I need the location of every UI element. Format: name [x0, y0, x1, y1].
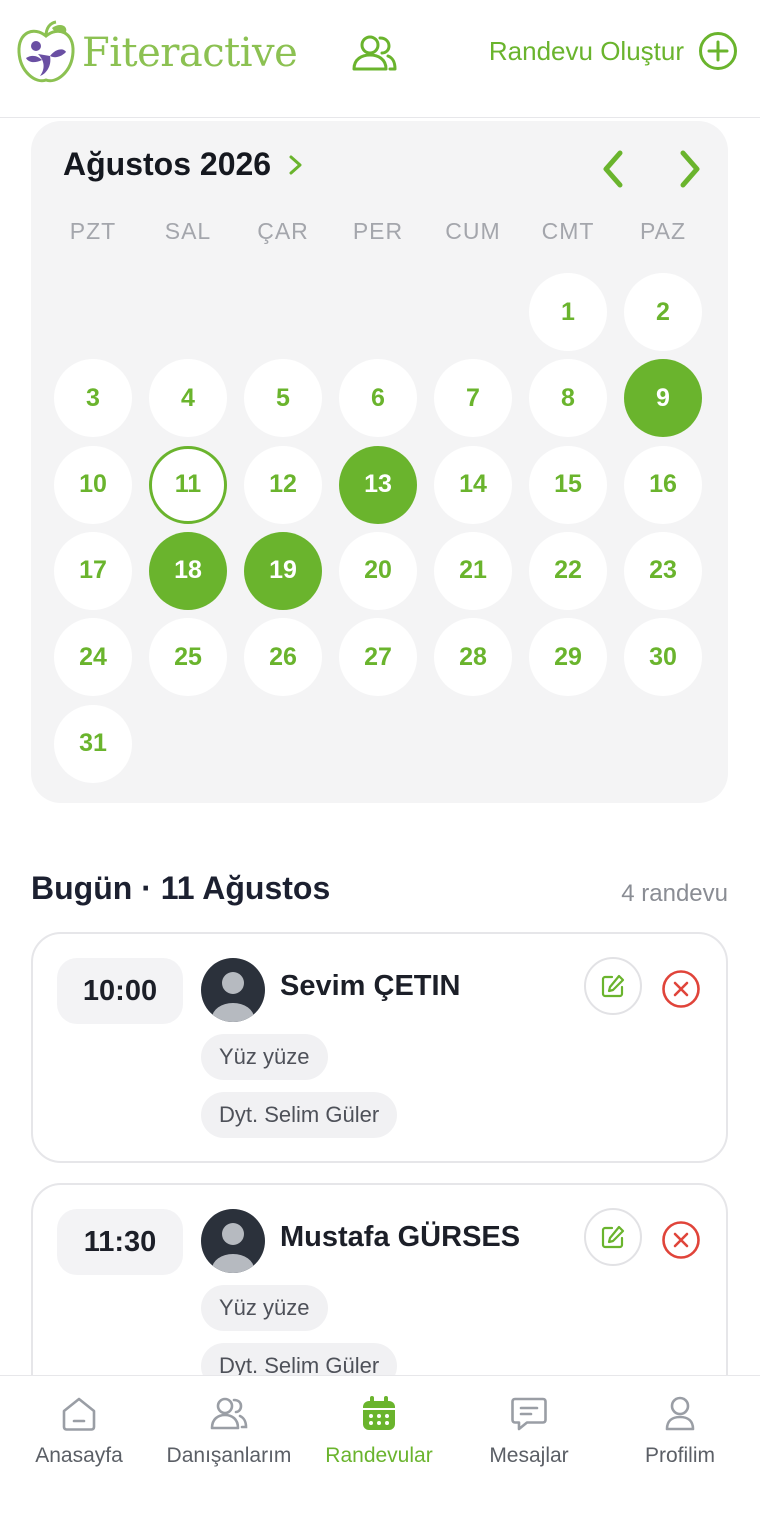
calendar-day[interactable]: 12	[244, 445, 322, 524]
month-label: Ağustos 2026	[63, 146, 272, 182]
calendar-day[interactable]: 22	[529, 531, 607, 610]
weekday-label: PAZ	[639, 218, 687, 244]
app-root: Fiteractive Randevu Oluştur Ağustos 2026	[0, 0, 760, 1539]
calendar-day[interactable]: 24	[54, 618, 132, 697]
calendar-day[interactable]: 18	[149, 531, 227, 610]
calendar-day[interactable]: 29	[529, 618, 607, 697]
edit-icon	[601, 974, 625, 998]
chevron-right-icon	[289, 155, 302, 174]
appointment-count: 4 randevu	[621, 880, 728, 907]
calendar-day[interactable]: 20	[339, 531, 417, 610]
weekday-label: SAL	[164, 218, 212, 244]
clients-group-icon[interactable]	[350, 33, 398, 73]
calendar-day-today[interactable]: 11	[149, 445, 227, 524]
calendar-icon	[363, 1396, 395, 1430]
calendar-day[interactable]: 4	[149, 359, 227, 438]
previous-month-button[interactable]	[596, 147, 630, 191]
appointment-card[interactable]: 10:00 Sevim ÇETIN Yüz yüze Dyt. Selim Gü…	[31, 932, 728, 1163]
brand-name: Fiteractive	[82, 30, 298, 76]
cancel-appointment-button[interactable]	[661, 1220, 701, 1260]
month-picker[interactable]: Ağustos 2026	[63, 146, 305, 183]
tab-label: Mesajlar	[489, 1444, 569, 1467]
tab-label: Profilim	[644, 1444, 715, 1467]
tab-messages[interactable]: Mesajlar	[453, 1394, 605, 1468]
messages-icon	[511, 1397, 547, 1431]
meeting-type-tag: Yüz yüze	[201, 1285, 328, 1331]
tab-label: Danışanlarım	[166, 1444, 292, 1467]
edit-appointment-button[interactable]	[584, 957, 642, 1015]
bottom-tab-bar: Anasayfa Danışanlarım Randevular Mesajla…	[0, 1375, 760, 1539]
dietitian-tag: Dyt. Selim Güler	[201, 1092, 398, 1138]
calendar-day[interactable]: 9	[624, 359, 702, 438]
appointment-time: 10:00	[57, 958, 183, 1024]
client-name: Sevim ÇETIN	[280, 970, 461, 1002]
create-appointment-label: Randevu Oluştur	[488, 35, 684, 66]
avatar-icon	[201, 1209, 265, 1273]
avatar-icon	[201, 958, 265, 1022]
calendar-day[interactable]: 26	[244, 618, 322, 697]
calendar-day[interactable]: 21	[434, 531, 512, 610]
apple-logo-icon	[17, 20, 75, 83]
client-name: Mustafa GÜRSES	[280, 1221, 521, 1253]
calendar-day[interactable]: 8	[529, 359, 607, 438]
brand-logo[interactable]: Fiteractive	[16, 20, 298, 86]
calendar-day[interactable]: 19	[244, 531, 322, 610]
tab-home[interactable]: Anasayfa	[3, 1394, 155, 1468]
calendar-day[interactable]: 2	[624, 273, 702, 351]
tab-label: Anasayfa	[35, 1444, 123, 1467]
weekday-label: PZT	[69, 218, 117, 244]
edit-appointment-button[interactable]	[584, 1208, 642, 1266]
next-month-button[interactable]	[673, 147, 707, 191]
calendar-day[interactable]: 15	[529, 445, 607, 524]
calendar-day[interactable]: 6	[339, 359, 417, 438]
calendar-day[interactable]: 31	[54, 704, 132, 783]
calendar-day[interactable]: 28	[434, 618, 512, 697]
calendar-day[interactable]: 7	[434, 359, 512, 438]
calendar-day[interactable]: 23	[624, 531, 702, 610]
weekday-label: ÇAR	[257, 218, 309, 244]
clients-icon	[210, 1397, 248, 1430]
tab-clients[interactable]: Danışanlarım	[153, 1394, 305, 1468]
month-calendar: Ağustos 2026 PZT SAL ÇAR PER CUM CMT PAZ…	[31, 121, 728, 803]
calendar-day[interactable]: 14	[434, 445, 512, 524]
calendar-day[interactable]: 25	[149, 618, 227, 697]
edit-icon	[601, 1225, 625, 1249]
weekday-label: CMT	[541, 218, 595, 244]
calendar-day[interactable]: 1	[529, 273, 607, 351]
appointment-time: 11:30	[57, 1209, 183, 1275]
today-heading: Bugün · 11 Ağustos	[31, 870, 331, 906]
calendar-day[interactable]: 17	[54, 531, 132, 610]
cancel-appointment-button[interactable]	[661, 969, 701, 1009]
create-appointment-button[interactable]: Randevu Oluştur	[489, 31, 738, 71]
weekday-label: CUM	[445, 218, 501, 244]
calendar-day[interactable]: 10	[54, 445, 132, 524]
calendar-day[interactable]: 13	[339, 445, 417, 524]
calendar-day[interactable]: 16	[624, 445, 702, 524]
profile-icon	[665, 1396, 695, 1431]
tab-profile[interactable]: Profilim	[604, 1394, 756, 1468]
top-header: Fiteractive Randevu Oluştur	[0, 0, 760, 118]
calendar-day[interactable]: 27	[339, 618, 417, 697]
calendar-day[interactable]: 3	[54, 359, 132, 438]
meeting-type-tag: Yüz yüze	[201, 1034, 328, 1080]
weekday-label: PER	[352, 218, 404, 244]
plus-circle-icon	[699, 32, 737, 70]
tab-label: Randevular	[325, 1444, 433, 1467]
calendar-day[interactable]: 5	[244, 359, 322, 438]
calendar-day[interactable]: 30	[624, 618, 702, 697]
home-icon	[62, 1397, 96, 1431]
tab-appointments[interactable]: Randevular	[303, 1394, 455, 1468]
